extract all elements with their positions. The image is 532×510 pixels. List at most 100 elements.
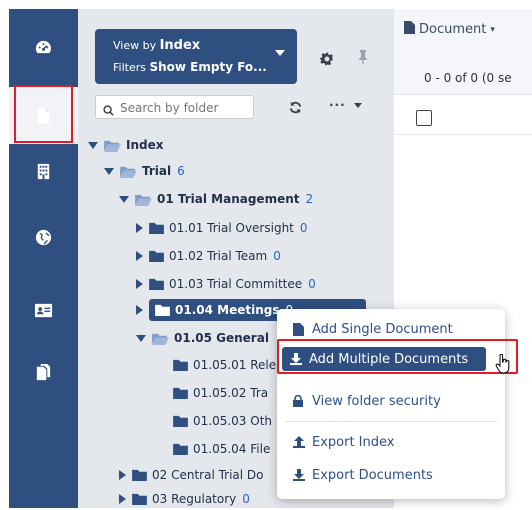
refresh-icon[interactable]	[289, 99, 302, 118]
document-list-header: Document ▾ 0 - 0 of 0 (0 se	[394, 9, 532, 95]
pager-text: 0 - 0 of 0 (0 se	[424, 71, 512, 85]
tree-node-trial[interactable]: Trial 6	[104, 160, 185, 182]
tree-node-02[interactable]: 02 Central Trial Do	[119, 464, 264, 486]
expand-arrow-icon[interactable]	[119, 470, 126, 480]
tree-label: 01.05.03 Oth	[193, 414, 273, 428]
contact-card-icon[interactable]	[9, 291, 78, 329]
hand-pointer-icon	[495, 353, 511, 378]
chevron-down-icon: ▾	[490, 24, 495, 35]
folder-icon	[149, 278, 164, 290]
tree-count: 0	[308, 277, 316, 291]
chevron-down-icon	[275, 50, 285, 56]
export-index-item[interactable]: Export Index	[293, 431, 394, 453]
filters-line: Filters Show Empty Fo...	[113, 60, 267, 74]
folder-icon	[173, 415, 188, 427]
lock-icon	[293, 395, 307, 407]
tree-node-01-05-03[interactable]: 01.05.03 Oth	[173, 410, 272, 432]
building-icon[interactable]	[9, 152, 78, 190]
folder-search-box	[95, 95, 254, 119]
folder-icon	[173, 443, 188, 455]
folder-icon	[149, 222, 164, 234]
tree-label: 01 Trial Management	[157, 192, 300, 206]
file-icon	[293, 322, 307, 336]
folder-context-menu: Add Single Document Add Multiple Documen…	[277, 309, 505, 499]
tree-label: Index	[126, 138, 164, 152]
menu-item-label: View folder security	[312, 393, 441, 409]
folder-open-icon	[152, 332, 169, 345]
folder-open-icon	[104, 139, 121, 152]
tree-label: 01.05.01 Rele	[193, 358, 277, 372]
tree-node-01-05-04[interactable]: 01.05.04 File	[173, 438, 270, 460]
folder-search-input[interactable]	[118, 98, 252, 118]
tree-count: 0	[273, 249, 281, 263]
tree-node-01-05-01[interactable]: 01.05.01 Rele	[173, 354, 276, 376]
tree-count: 0	[299, 221, 308, 235]
expand-arrow-icon[interactable]	[88, 141, 98, 149]
tree-label: 01.05 General	[174, 331, 269, 345]
folder-icon	[155, 304, 170, 316]
expand-arrow-icon[interactable]	[136, 305, 143, 315]
expand-arrow-icon[interactable]	[136, 223, 143, 233]
tree-count: 0	[242, 492, 250, 506]
menu-item-label: Add Single Document	[312, 321, 453, 337]
expand-arrow-icon[interactable]	[119, 494, 126, 504]
expand-arrow-icon[interactable]	[119, 195, 129, 203]
tree-node-01-trial-management[interactable]: 01 Trial Management 2	[119, 188, 313, 210]
folder-open-icon	[135, 193, 152, 206]
folder-icon	[173, 359, 188, 371]
tree-node-01-03[interactable]: 01.03 Trial Committee 0	[136, 273, 316, 295]
tree-label: 01.05.02 Tra	[193, 386, 269, 400]
expand-arrow-icon[interactable]	[136, 334, 146, 342]
gear-icon[interactable]	[320, 51, 334, 70]
tree-label: 01.01 Trial Oversight	[169, 221, 294, 235]
search-icon	[103, 101, 114, 120]
tree-label: Trial	[142, 164, 172, 178]
expand-arrow-icon[interactable]	[104, 167, 114, 175]
tree-label: 01.03 Trial Committee	[169, 277, 303, 291]
tree-node-03[interactable]: 03 Regulatory 0	[119, 488, 250, 510]
export-documents-item[interactable]: Export Documents	[293, 464, 433, 486]
tree-label: 01.05.04 File	[193, 442, 271, 456]
tree-count: 2	[305, 192, 314, 206]
tree-node-01-01[interactable]: 01.01 Trial Oversight 0	[136, 217, 308, 239]
download-icon	[293, 469, 307, 481]
menu-item-label: Export Documents	[312, 467, 433, 483]
tree-label: 01.04 Meetings	[175, 303, 280, 317]
view-folder-security-item[interactable]: View folder security	[293, 390, 441, 412]
upload-icon	[293, 436, 307, 448]
folder-open-icon	[120, 165, 137, 178]
menu-item-highlight-box	[277, 339, 518, 374]
divider	[394, 134, 532, 135]
dashboard-icon[interactable]	[9, 28, 78, 66]
tree-node-01-05-general[interactable]: 01.05 General	[136, 327, 269, 349]
tree-node-01-05-02[interactable]: 01.05.02 Tra	[173, 382, 268, 404]
folder-icon	[149, 250, 164, 262]
folder-icon	[132, 493, 147, 505]
view-by-line: View by Index	[113, 38, 201, 53]
chevron-down-icon	[353, 103, 362, 108]
expand-arrow-icon[interactable]	[136, 279, 143, 289]
globe-icon[interactable]	[9, 218, 78, 256]
document-dropdown[interactable]: Document ▾	[404, 21, 495, 38]
tree-label: 03 Regulatory	[152, 492, 237, 506]
menu-divider	[285, 421, 497, 422]
expand-arrow-icon[interactable]	[136, 251, 143, 261]
tree-count: 6	[177, 164, 185, 178]
document-nav-highlight-box	[14, 85, 73, 143]
tree-label: 02 Central Trial Do	[152, 468, 264, 482]
document-tab-label: Document	[419, 22, 487, 37]
more-options-button[interactable]: ···	[329, 98, 362, 112]
menu-item-label: Export Index	[312, 434, 395, 450]
tree-node-index[interactable]: Index	[88, 134, 163, 156]
view-by-dropdown[interactable]: View by Index Filters Show Empty Fo...	[95, 29, 297, 84]
file-icon	[404, 21, 415, 38]
tree-node-01-02[interactable]: 01.02 Trial Team 0	[136, 245, 281, 267]
add-single-document-item[interactable]: Add Single Document	[293, 318, 453, 340]
tree-label: 01.02 Trial Team	[169, 249, 268, 263]
app-sidebar-rail	[9, 9, 78, 508]
select-all-checkbox[interactable]	[416, 110, 432, 126]
pin-icon[interactable]	[357, 49, 369, 69]
folder-icon	[132, 469, 147, 481]
documents-icon[interactable]	[9, 353, 78, 391]
folder-icon	[173, 387, 188, 399]
